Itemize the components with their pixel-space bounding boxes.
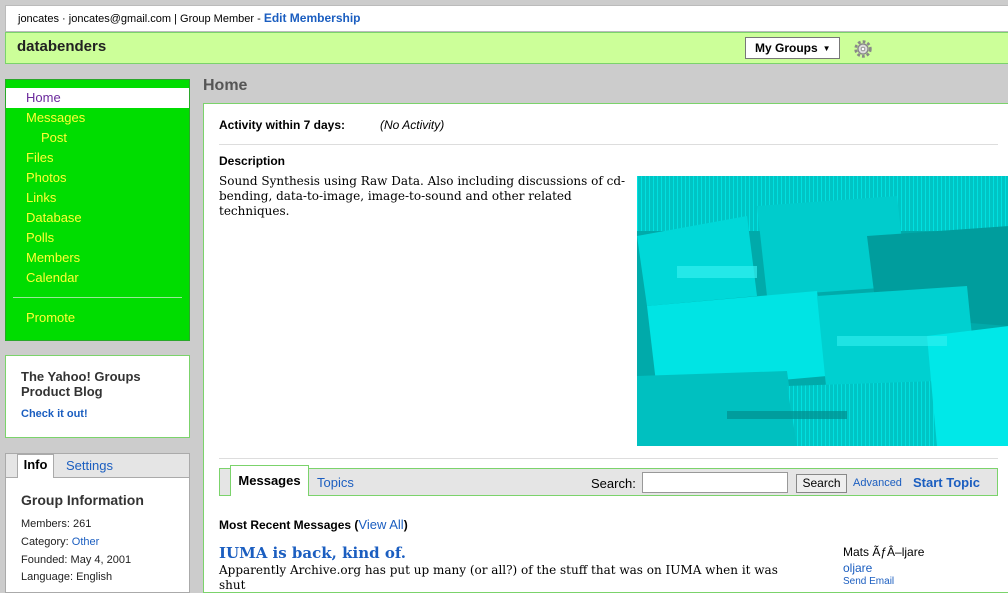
tab-messages[interactable]: Messages [230,465,309,496]
sidebar-item-messages[interactable]: Messages [6,108,189,128]
recent-messages-heading: Most Recent Messages (View All) [219,517,408,532]
message-author-link[interactable]: oljare [843,561,872,575]
members-row: Members: 261 [21,518,92,530]
main-content: Activity within 7 days: (No Activity) De… [203,103,1008,593]
founded-date: May 4, 2001 [70,554,132,566]
sidebar-item-links[interactable]: Links [6,188,189,208]
triangle-down-icon: ▼ [822,44,831,53]
advanced-search-link[interactable]: Advanced [853,477,902,489]
page-title: Home [203,77,248,94]
group-name[interactable]: databenders [17,38,106,55]
send-email-link[interactable]: Send Email [843,576,894,587]
member-role: Group Member [180,13,255,25]
category-link[interactable]: Other [72,536,100,548]
sidebar-divider [13,297,182,298]
promo-title: The Yahoo! Groups Product Blog [21,369,141,399]
promo-link[interactable]: Check it out! [21,408,189,420]
activity-value: (No Activity) [380,118,445,132]
view-all-link[interactable]: View All [358,517,403,532]
tab-settings[interactable]: Settings [66,458,113,473]
sidebar-item-polls[interactable]: Polls [6,228,189,248]
user-email: joncates@gmail.com [68,13,172,25]
username: joncates [18,13,59,25]
sidebar-item-members[interactable]: Members [6,248,189,268]
info-tabs: Info Settings [6,454,189,478]
sidebar-item-files[interactable]: Files [6,148,189,168]
language-row: Language: English [21,571,113,583]
message-snippet: Apparently Archive.org has put up many (… [219,563,778,592]
my-groups-button[interactable]: My Groups ▼ [745,37,840,59]
sidebar-item-database[interactable]: Database [6,208,189,228]
sidebar-item-home[interactable]: Home [6,88,189,108]
group-info-heading: Group Information [21,492,144,508]
message-title-link[interactable]: IUMA is back, kind of. [219,544,406,562]
sidebar-item-photos[interactable]: Photos [6,168,189,188]
divider [219,144,998,145]
sidebar-item-calendar[interactable]: Calendar [6,268,189,288]
glitch-art-image [637,176,1008,446]
category-row: Category: Other [21,536,100,548]
sidebar-item-promote[interactable]: Promote [6,308,189,328]
gear-icon[interactable] [852,38,874,60]
message-author: Mats ÃƒÂ–ljare [843,545,925,559]
tab-info[interactable]: Info [17,454,54,478]
founded-row: Founded: May 4, 2001 [21,554,132,566]
search-label: Search: [591,476,636,491]
sidebar-item-post[interactable]: Post [6,128,189,148]
tab-topics[interactable]: Topics [317,475,354,490]
activity-summary: Activity within 7 days: (No Activity) [219,118,444,132]
search-button[interactable]: Search [796,474,847,493]
description-label: Description [219,154,286,168]
promo-box: The Yahoo! Groups Product Blog Check it … [5,355,190,438]
group-photo [637,176,1008,446]
activity-label: Activity within 7 days: [219,118,346,132]
divider [219,458,998,459]
messages-toolbar: Messages Topics Search: Search Advanced … [219,465,998,496]
edit-membership-link[interactable]: Edit Membership [264,11,361,25]
user-bar: joncates · joncates@gmail.com | Group Me… [5,5,1008,32]
members-count: 261 [72,518,92,530]
sidebar-nav: Home Messages Post Files Photos Links Da… [5,79,190,341]
description-text: Sound Synthesis using Raw Data. Also inc… [219,174,626,218]
group-info-panel: Info Settings Group Information Members:… [5,453,190,593]
group-header: databenders My Groups ▼ [5,32,1008,64]
language-value: English [76,571,113,583]
start-topic-link[interactable]: Start Topic [913,475,980,490]
search-input[interactable] [642,472,788,493]
